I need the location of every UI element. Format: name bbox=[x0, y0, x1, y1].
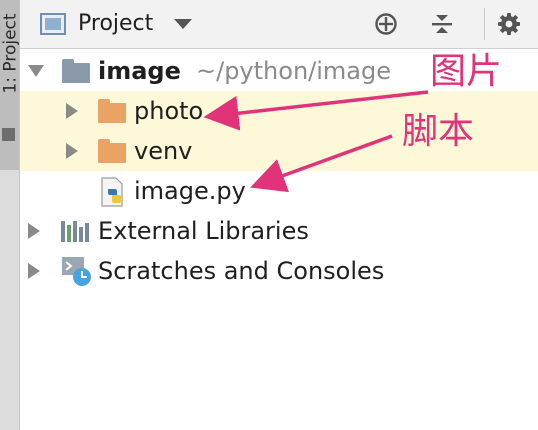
photo-annotation: 图片 bbox=[430, 51, 503, 92]
chevron-right-icon[interactable] bbox=[28, 263, 40, 279]
project-header: Project bbox=[20, 0, 538, 49]
tree-row-external-libraries[interactable]: External Libraries bbox=[20, 211, 538, 251]
chevron-down-icon[interactable] bbox=[28, 65, 44, 77]
root-folder-name: image bbox=[98, 57, 181, 85]
tool-tab-marker bbox=[2, 128, 15, 141]
tool-window-strip: 1: Project bbox=[0, 0, 21, 430]
root-folder-path: ~/python/image bbox=[196, 57, 391, 85]
library-icon bbox=[61, 221, 89, 242]
header-separator bbox=[484, 8, 485, 40]
folder-icon bbox=[62, 59, 90, 83]
tree-item-label: External Libraries bbox=[98, 217, 309, 245]
tree-row-scratches[interactable]: Scratches and Consoles bbox=[20, 251, 538, 291]
gear-icon[interactable] bbox=[497, 12, 521, 36]
python-file-icon bbox=[101, 177, 123, 207]
tree-item-label: image.py bbox=[134, 177, 246, 205]
script-annotation: 脚本 bbox=[402, 111, 475, 152]
chevron-right-icon[interactable] bbox=[66, 143, 78, 159]
tree-item-label: venv bbox=[134, 137, 193, 165]
project-tool-tab[interactable]: 1: Project bbox=[0, 0, 21, 170]
collapse-icon[interactable] bbox=[430, 12, 454, 36]
scratches-icon bbox=[62, 257, 91, 286]
project-window-icon bbox=[40, 13, 66, 35]
chevron-right-icon[interactable] bbox=[28, 223, 40, 239]
project-view-title[interactable]: Project bbox=[78, 10, 153, 38]
tree-row-image-py[interactable]: image.py bbox=[20, 171, 538, 211]
chevron-down-icon[interactable] bbox=[174, 19, 192, 29]
crosshair-icon[interactable] bbox=[374, 12, 398, 36]
folder-icon bbox=[98, 99, 126, 123]
folder-icon bbox=[98, 139, 126, 163]
tree-item-label: Scratches and Consoles bbox=[98, 257, 385, 285]
chevron-right-icon[interactable] bbox=[66, 103, 78, 119]
project-tool-tab-label: 1: Project bbox=[0, 13, 21, 94]
tree-item-label: photo bbox=[134, 97, 204, 125]
